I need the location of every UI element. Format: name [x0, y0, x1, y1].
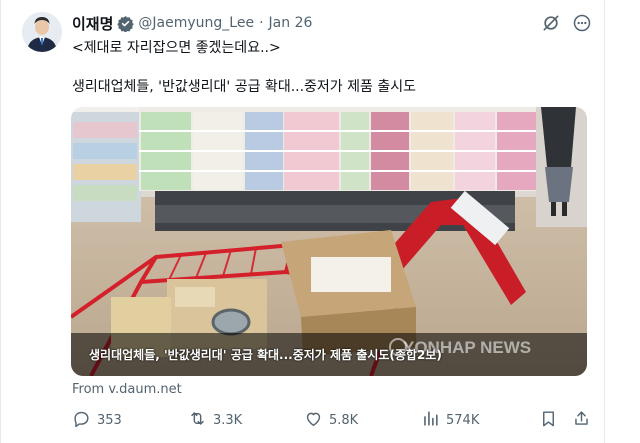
author-handle[interactable]: @Jaemyung_Lee — [138, 15, 254, 31]
repost-count: 3.3K — [213, 412, 243, 428]
share-button[interactable] — [572, 408, 591, 432]
views-count: 574K — [446, 412, 480, 428]
frame-right-border — [604, 0, 605, 443]
like-button[interactable]: 5.8K — [304, 408, 358, 432]
views-icon — [421, 409, 440, 432]
verified-badge-icon — [117, 15, 135, 32]
post-date[interactable]: Jan 26 — [269, 15, 313, 31]
reply-count: 353 — [97, 412, 122, 428]
post-header: 이재명 @Jaemyung_Lee · Jan 26 — [72, 13, 312, 33]
card-caption: 생리대업체들, '반값생리대' 공급 확대...중저가 제품 출시도(종합2보) — [89, 348, 442, 362]
repost-button[interactable]: 3.3K — [188, 408, 242, 432]
post-text-line-2: 생리대업체들, '반값생리대' 공급 확대...중저가 제품 출시도 — [72, 79, 416, 95]
author-name[interactable]: 이재명 — [72, 13, 113, 34]
reply-icon — [72, 409, 91, 432]
reply-button[interactable]: 353 — [72, 408, 122, 432]
grok-icon[interactable] — [541, 13, 561, 33]
link-card[interactable]: YONHAP NEWS 생리대업체들, '반값생리대' 공급 확대...중저가 … — [71, 107, 587, 376]
separator-dot: · — [259, 15, 264, 31]
avatar[interactable] — [22, 12, 62, 52]
more-dots-icon[interactable] — [572, 13, 592, 33]
card-source[interactable]: From v.daum.net — [72, 382, 182, 397]
frame-left-border — [0, 0, 1, 443]
like-count: 5.8K — [329, 412, 359, 428]
repost-icon — [188, 409, 207, 432]
action-bar: 353 3.3K 5.8K 574K — [72, 408, 588, 432]
views-button[interactable]: 574K — [421, 408, 479, 432]
card-photo — [71, 107, 587, 376]
post-text-line-1: <제대로 자리잡으면 좋겠는데요..> — [72, 40, 281, 56]
bookmark-icon — [539, 409, 558, 432]
like-icon — [304, 409, 323, 432]
bookmark-button[interactable] — [539, 408, 558, 432]
share-icon — [572, 409, 591, 432]
